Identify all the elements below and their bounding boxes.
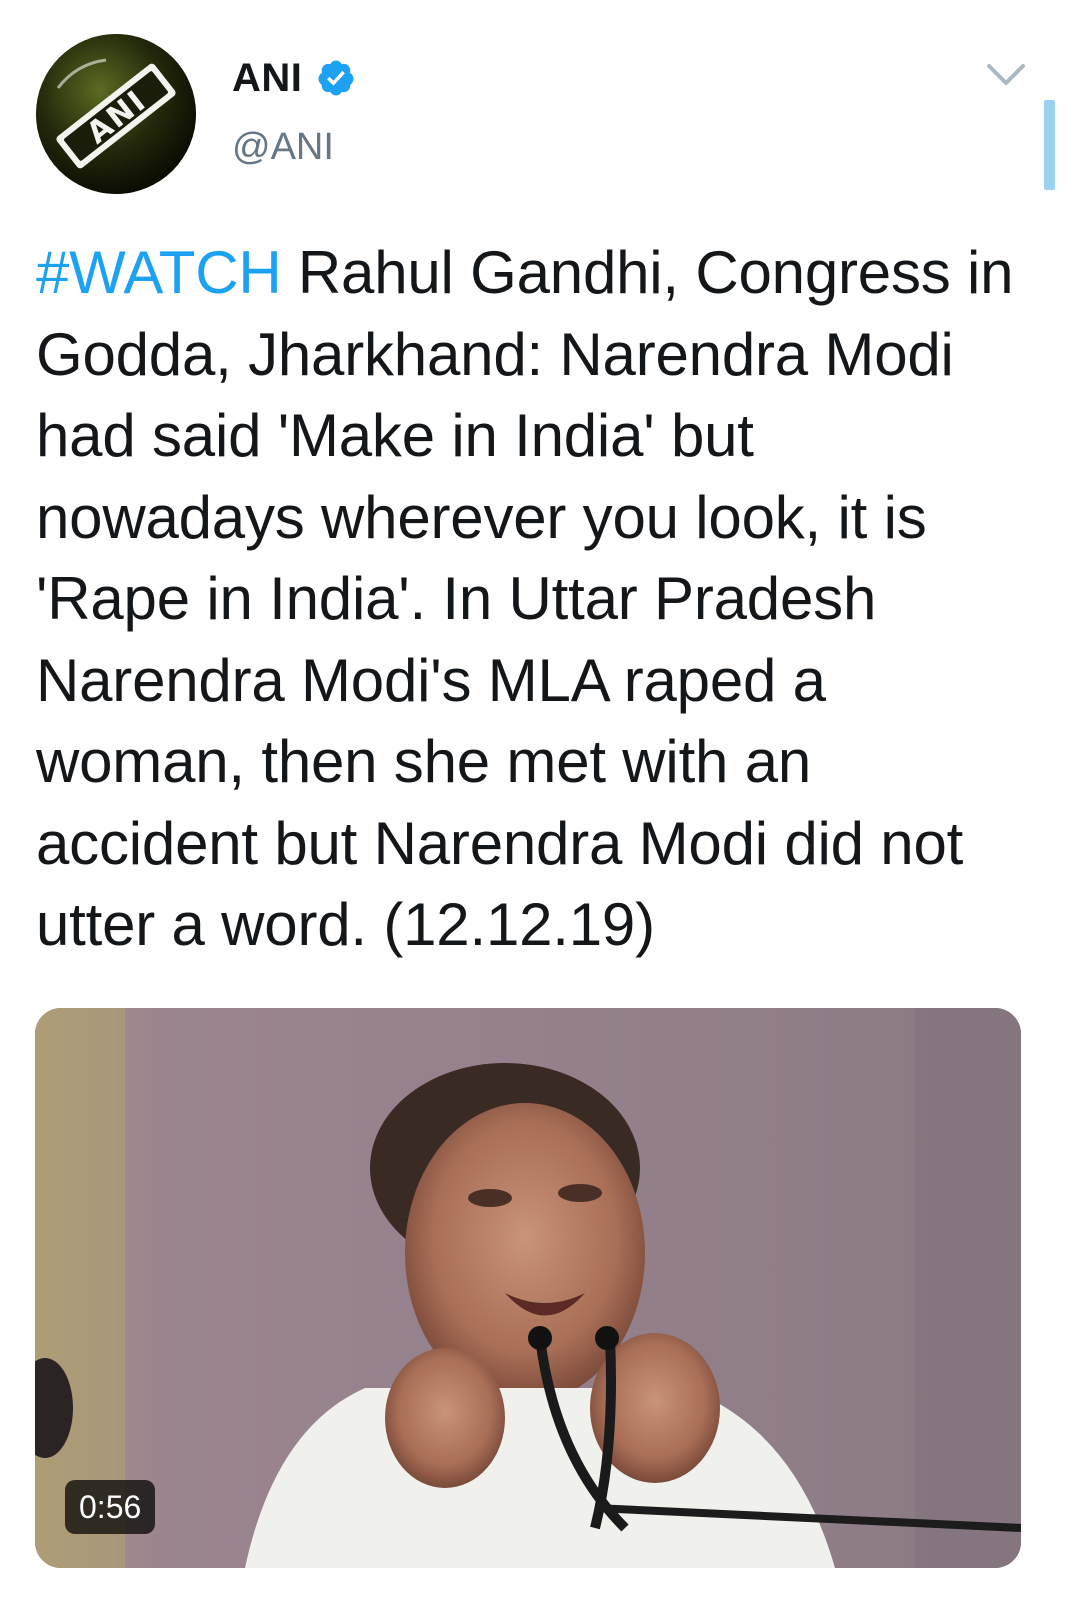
video-media[interactable]: 0:56 (35, 1008, 1021, 1568)
hashtag-link[interactable]: #WATCH (36, 239, 282, 306)
chevron-down-icon[interactable] (985, 58, 1027, 92)
video-thumbnail (35, 1008, 1021, 1568)
user-name[interactable]: ANI (232, 56, 302, 101)
tweet: ANI ANI @ANI #WATCH Rahul Gandhi, Congre… (0, 0, 1080, 1604)
video-duration-badge: 0:56 (65, 1480, 156, 1534)
scroll-indicator (1044, 100, 1055, 190)
tweet-text: #WATCH Rahul Gandhi, Congress in Godda, … (36, 232, 1036, 966)
user-handle[interactable]: @ANI (232, 126, 334, 169)
user-avatar[interactable]: ANI (36, 34, 196, 194)
ani-logo-icon: ANI (36, 34, 196, 194)
user-name-row[interactable]: ANI (232, 52, 356, 104)
verified-badge-icon (316, 58, 356, 98)
tweet-body-text: Rahul Gandhi, Congress in Godda, Jharkha… (36, 239, 1014, 958)
